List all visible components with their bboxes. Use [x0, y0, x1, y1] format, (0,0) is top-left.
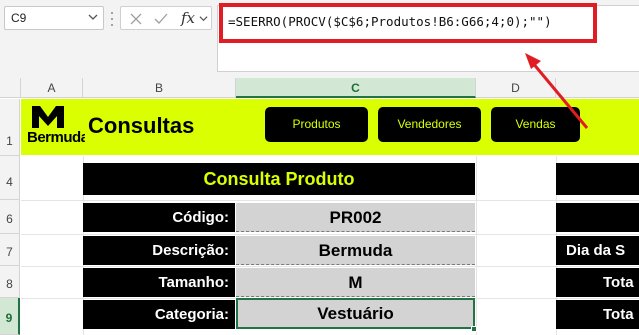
- column-header-e[interactable]: [556, 78, 639, 98]
- chevron-down-icon[interactable]: [88, 12, 98, 22]
- column-header-b[interactable]: B: [83, 78, 236, 98]
- name-box-value: C9: [11, 11, 27, 25]
- row-header-6[interactable]: 6: [0, 200, 20, 234]
- field-label-codigo: Código:: [83, 203, 235, 232]
- insert-function-button[interactable]: fx: [181, 9, 195, 27]
- row-header-1[interactable]: 1: [0, 99, 20, 156]
- field-label-categoria: Categoria:: [83, 300, 235, 329]
- field-label-tamanho: Tamanho:: [83, 268, 235, 297]
- right-panel-title: [556, 163, 639, 195]
- row-header-9[interactable]: 9: [0, 298, 20, 335]
- column-header-d[interactable]: D: [476, 78, 556, 98]
- row-header-7[interactable]: 7: [0, 234, 20, 266]
- brand-logo-text: Bermudas: [27, 129, 85, 146]
- nav-button-vendedores[interactable]: Vendedores: [378, 107, 481, 142]
- row-header-4[interactable]: 4: [0, 156, 20, 200]
- formula-toolbar: C9 fx =SEERRO(PROCV($C$6;Produtos!B6:G66…: [0, 0, 639, 78]
- confirm-icon[interactable]: [153, 12, 169, 26]
- formula-controls: fx: [120, 6, 212, 30]
- drag-handle[interactable]: [110, 12, 114, 26]
- nav-button-vendas[interactable]: Vendas: [491, 107, 580, 142]
- gridline: [21, 234, 639, 235]
- cancel-icon[interactable]: [129, 12, 143, 26]
- field-value-categoria[interactable]: Vestuário: [236, 298, 475, 329]
- page-title: Consultas: [88, 113, 195, 138]
- right-panel-row: [556, 203, 639, 232]
- fill-handle[interactable]: [471, 326, 477, 332]
- gridline: [476, 156, 477, 335]
- right-label-dia-da-semana: Dia da S: [556, 236, 639, 265]
- column-header-a[interactable]: A: [21, 78, 83, 98]
- column-header-c[interactable]: C: [236, 78, 476, 98]
- formula-highlight-box: [219, 3, 597, 43]
- chevron-down-icon[interactable]: [199, 14, 208, 23]
- field-value-descricao[interactable]: Bermuda: [236, 236, 475, 265]
- column-headers: A B C D: [0, 78, 639, 98]
- select-all-corner[interactable]: [0, 78, 21, 98]
- right-label-total-2: Tota: [556, 300, 639, 329]
- brand-logo-icon: [32, 106, 64, 128]
- right-label-total-1: Tota: [556, 268, 639, 297]
- field-value-codigo[interactable]: PR002: [236, 203, 475, 232]
- name-box[interactable]: C9: [4, 6, 104, 30]
- field-value-tamanho[interactable]: M: [236, 268, 475, 297]
- gridline: [21, 266, 639, 267]
- nav-button-produtos[interactable]: Produtos: [265, 107, 368, 142]
- row-header-8[interactable]: 8: [0, 266, 20, 298]
- field-label-descricao: Descrição:: [83, 236, 235, 265]
- gridline: [21, 200, 639, 201]
- consulta-produto-title: Consulta Produto: [83, 163, 475, 195]
